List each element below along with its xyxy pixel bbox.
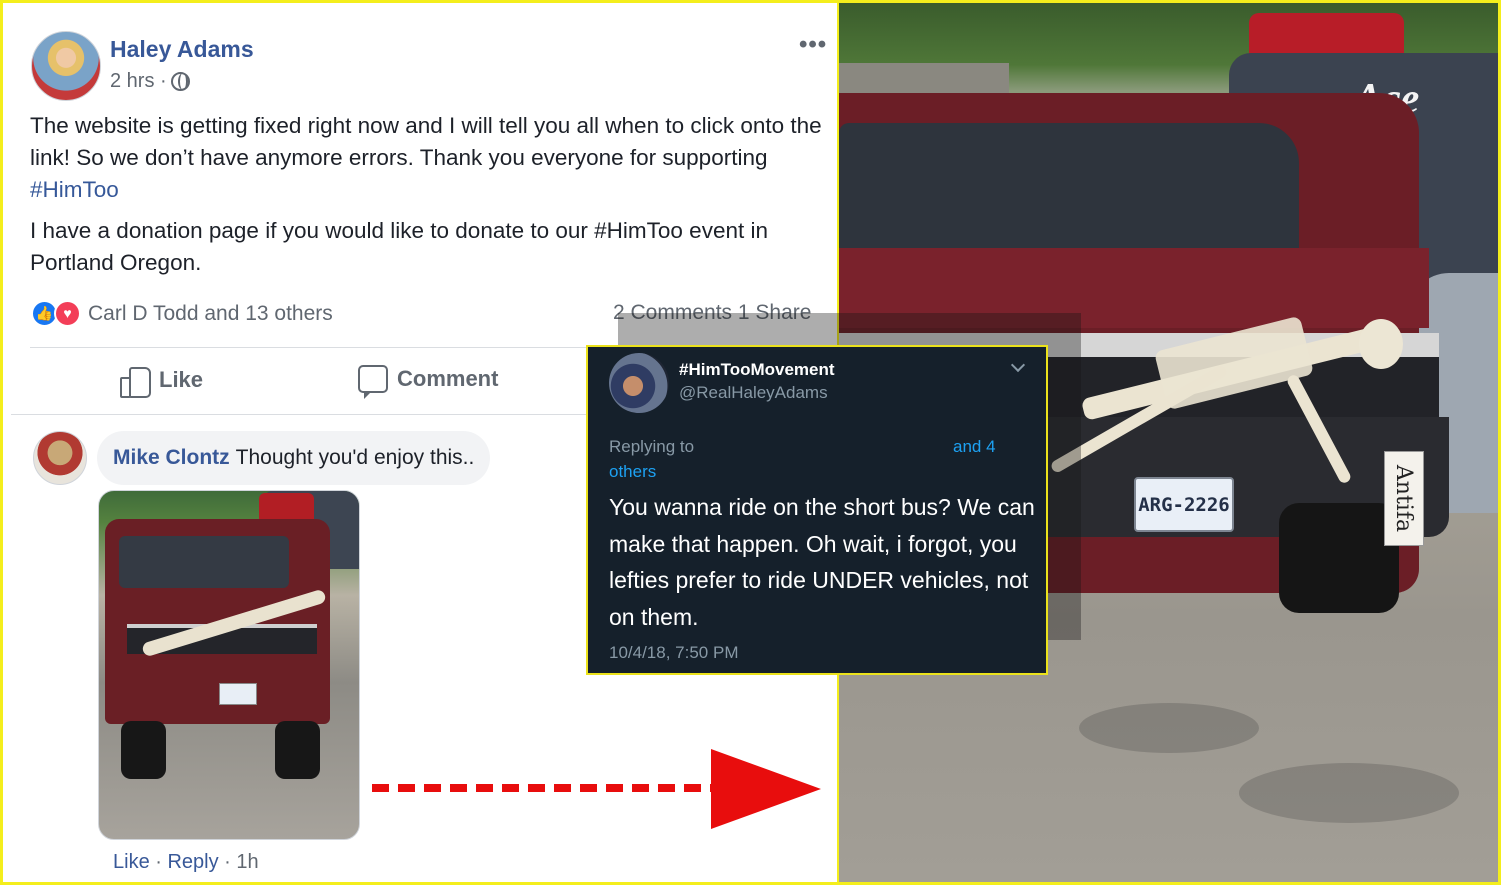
truck-tire: [1279, 503, 1399, 613]
skeleton-skull: [1359, 319, 1403, 369]
tweet-card[interactable]: #HimTooMovement @RealHaleyAdams Replying…: [586, 345, 1048, 675]
chevron-down-icon[interactable]: [1010, 357, 1026, 373]
reactions-summary[interactable]: 👍 ♥ Carl D Todd and 13 others: [31, 300, 333, 327]
comment-photo[interactable]: [98, 490, 360, 840]
license-plate: ARG-2226: [1134, 477, 1234, 532]
commenter-name[interactable]: Mike Clontz: [113, 446, 230, 470]
comment-time: · 1h: [218, 851, 259, 873]
replying-to-label: Replying to: [609, 437, 695, 456]
comment-button[interactable]: Comment: [358, 365, 499, 399]
comment-icon: [358, 365, 388, 399]
more-options-icon[interactable]: •••: [799, 31, 827, 59]
post-text-paragraph-2: I have a donation page if you would like…: [30, 218, 768, 275]
truck-windshield: [839, 123, 1299, 248]
pavement-stain: [1079, 703, 1259, 753]
photo-tire: [121, 721, 166, 779]
post-text-1: The website is getting fixed right now a…: [30, 113, 822, 170]
photo-plate: [219, 683, 257, 705]
love-reaction-icon: ♥: [54, 300, 81, 327]
arrow-head-icon: [711, 749, 821, 829]
hanging-sign: Antifa: [1384, 451, 1424, 546]
globe-icon: [170, 72, 190, 91]
reaction-names[interactable]: Carl D Todd and 13 others: [88, 302, 333, 326]
dashed-arrow-line: [372, 784, 727, 792]
thumbs-up-icon: [120, 365, 151, 398]
hanging-sign-text: Antifa: [1391, 464, 1417, 533]
like-button[interactable]: Like: [120, 365, 204, 398]
comment-text: Thought you'd enjoy this..: [235, 446, 475, 469]
author-name[interactable]: Haley Adams: [110, 36, 254, 63]
post-text-paragraph-1: The website is getting fixed right now a…: [30, 110, 830, 206]
comment-meta-separator: ·: [149, 851, 168, 873]
photo-windshield: [119, 536, 289, 588]
hashtag-link[interactable]: #HimToo: [30, 177, 119, 202]
tweet-text: You wanna ride on the short bus? We can …: [609, 494, 1035, 630]
post-meta: 2 hrs ·: [110, 70, 190, 93]
comment-bubble: Mike Clontz Thought you'd enjoy this..: [97, 431, 491, 485]
comment-button-label: Comment: [397, 366, 499, 391]
comment-reply-link[interactable]: Reply: [167, 851, 218, 873]
replying-to-and-link[interactable]: and 4: [953, 437, 996, 457]
comment-like-link[interactable]: Like: [113, 851, 150, 873]
author-avatar[interactable]: [31, 31, 101, 101]
like-button-label: Like: [159, 367, 204, 392]
tweet-avatar[interactable]: [609, 353, 669, 413]
commenter-avatar[interactable]: [33, 431, 87, 485]
photo-tire: [275, 721, 320, 779]
comment-actions: Like · Reply · 1h: [113, 851, 259, 874]
replying-to-others-link[interactable]: others: [609, 462, 656, 482]
tweet-display-name[interactable]: #HimTooMovement: [679, 360, 835, 380]
tweet-timestamp[interactable]: 10/4/18, 7:50 PM: [609, 643, 738, 663]
pavement-stain: [1239, 763, 1459, 823]
tweet-handle[interactable]: @RealHaleyAdams: [679, 383, 828, 403]
post-time[interactable]: 2 hrs ·: [110, 70, 167, 93]
